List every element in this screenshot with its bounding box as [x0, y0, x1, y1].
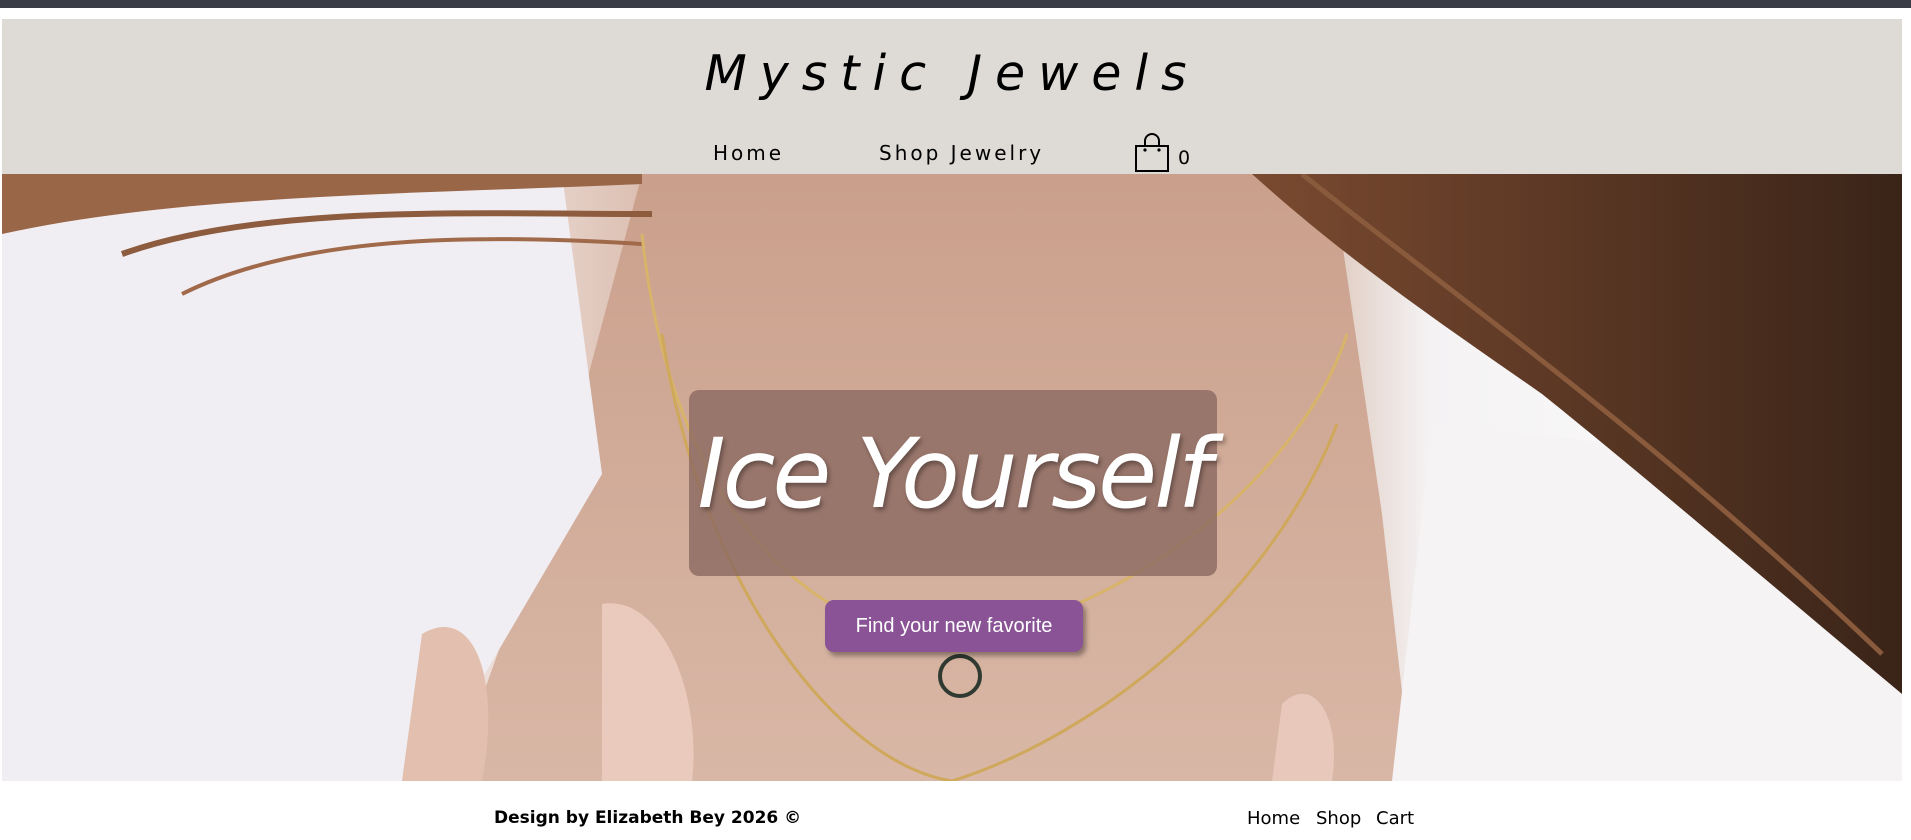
window-top-strip [0, 0, 1911, 8]
hero-banner: Ice Yourself Find your new favorite [2, 174, 1902, 781]
site-header: Mystic Jewels Home Shop Jewelry 0 [2, 19, 1902, 174]
footer-shop-link[interactable]: Shop [1316, 808, 1361, 829]
hero-headline: Ice Yourself [697, 418, 1211, 530]
site-footer: Design by Elizabeth Bey 2026 © Home Shop… [2, 781, 1902, 840]
brand-title[interactable]: Mystic Jewels [2, 45, 1902, 102]
cart-count: 0 [1178, 147, 1191, 169]
page: Mystic Jewels Home Shop Jewelry 0 Ice Yo… [2, 19, 1902, 840]
footer-credit: Design by Elizabeth Bey 2026 © [494, 808, 802, 828]
nav-home-link[interactable]: Home [713, 141, 784, 165]
main-nav: Home Shop Jewelry 0 [2, 133, 1902, 172]
cart-button[interactable]: 0 [1132, 131, 1202, 173]
headline-overlay: Ice Yourself [689, 390, 1217, 576]
footer-cart-link[interactable]: Cart [1376, 808, 1414, 829]
footer-home-link[interactable]: Home [1247, 808, 1300, 829]
find-favorite-button[interactable]: Find your new favorite [825, 600, 1083, 652]
shopping-bag-icon [1135, 133, 1169, 172]
nav-shop-jewelry-link[interactable]: Shop Jewelry [879, 141, 1044, 165]
